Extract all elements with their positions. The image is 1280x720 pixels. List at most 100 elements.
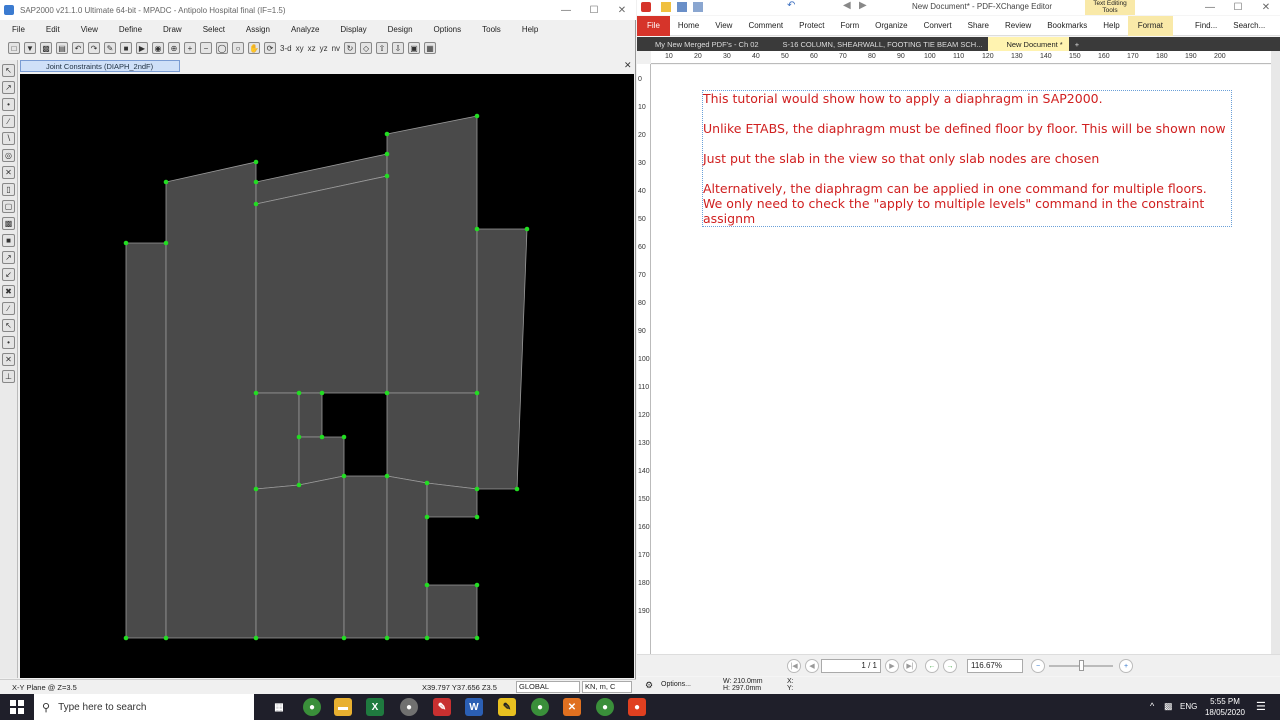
pencil-icon[interactable]: ✎ (104, 42, 116, 54)
close-icon[interactable]: ✕ (608, 0, 636, 20)
joint-node[interactable] (474, 226, 480, 232)
slab-area[interactable] (165, 161, 257, 639)
ribbon-tab-comment[interactable]: Comment (740, 21, 791, 30)
joint-node[interactable] (341, 473, 347, 479)
refresh-icon[interactable]: ⟳ (264, 42, 276, 54)
menu-view[interactable]: View (69, 25, 107, 34)
minimize-icon[interactable]: — (552, 0, 580, 20)
text-line[interactable]: This tutorial would show how to apply a … (703, 91, 1231, 106)
open-icon[interactable]: ▼ (24, 42, 36, 54)
task-view-icon[interactable]: ▦ (270, 698, 288, 716)
draw-rect-area-icon[interactable]: ▢ (2, 200, 15, 213)
joint-node[interactable] (296, 434, 302, 440)
notification-icon[interactable]: ☰ (1256, 700, 1266, 713)
recorder-icon[interactable]: ● (628, 698, 646, 716)
joint-node[interactable] (384, 473, 390, 479)
menu-options[interactable]: Options (422, 25, 471, 34)
joint-node[interactable] (424, 635, 430, 641)
joint-node[interactable] (253, 179, 259, 185)
ribbon-tab-file[interactable]: File (637, 15, 670, 36)
draw-solid-icon[interactable]: ■ (2, 234, 15, 247)
zoom-in-icon[interactable]: + (184, 42, 196, 54)
snap-icon[interactable]: ↖ (2, 319, 15, 332)
save-icon[interactable]: ▩ (40, 42, 52, 54)
perspective-icon[interactable]: ◇ (360, 42, 373, 54)
joint-node[interactable] (474, 514, 480, 520)
snap-midpoint-icon[interactable]: • (2, 336, 15, 349)
menu-select[interactable]: Select (191, 25, 234, 34)
new-tab-icon[interactable]: + (1069, 40, 1079, 49)
ribbon-tab-form[interactable]: Form (832, 21, 867, 30)
zoom-out-icon[interactable]: − (1031, 659, 1045, 673)
forward-icon[interactable]: ▶ (859, 0, 867, 11)
chrome-second-icon[interactable]: ● (596, 698, 614, 716)
joint-node[interactable] (253, 486, 259, 492)
units-select[interactable]: KN, m, C (582, 681, 632, 693)
menu-tools[interactable]: Tools (470, 25, 510, 34)
ribbon-tab-review[interactable]: Review (997, 21, 1039, 30)
joint-node[interactable] (123, 240, 129, 246)
print-icon[interactable] (693, 2, 703, 12)
draw-link-icon[interactable]: ◎ (2, 149, 15, 162)
joint-node[interactable] (253, 635, 259, 641)
ribbon-tab-view[interactable]: View (707, 21, 740, 30)
text-box[interactable]: This tutorial would show how to apply a … (702, 90, 1232, 227)
ribbon-tab-protect[interactable]: Protect (791, 21, 832, 30)
ribbon-tab-convert[interactable]: Convert (916, 21, 960, 30)
menu-file[interactable]: File (0, 25, 34, 34)
ribbon-tab-home[interactable]: Home (670, 21, 707, 30)
quick-area-icon[interactable]: ▩ (2, 217, 15, 230)
page-number-input[interactable]: 1 / 1 (821, 659, 881, 673)
slab-area[interactable] (343, 475, 388, 639)
slab-area[interactable] (298, 392, 323, 438)
word-icon[interactable]: W (465, 698, 483, 716)
slab-area[interactable] (386, 115, 478, 394)
text-line[interactable]: Alternatively, the diaphragm can be appl… (703, 181, 1231, 196)
intersecting-line-icon[interactable]: ∕ (2, 302, 15, 315)
slab-area[interactable] (125, 242, 167, 639)
joint-node[interactable] (524, 226, 530, 232)
tray-chevron-icon[interactable]: ^ (1150, 701, 1154, 711)
view-xy-button[interactable]: xy (296, 44, 304, 53)
forward-view-icon[interactable]: → (943, 659, 957, 673)
back-icon[interactable]: ◀ (843, 0, 851, 11)
next-page-icon[interactable]: ▶ (885, 659, 899, 673)
zoom-previous-icon[interactable]: ○ (232, 42, 244, 54)
draw-joint-icon[interactable]: • (2, 98, 15, 111)
joint-node[interactable] (384, 635, 390, 641)
chrome-profile-icon[interactable]: ● (531, 698, 549, 716)
joint-node[interactable] (384, 131, 390, 137)
zoom-slider-thumb[interactable] (1079, 660, 1084, 671)
view-nv-button[interactable]: nv (332, 44, 340, 53)
menu-design[interactable]: Design (376, 25, 422, 34)
snap-perpendicular-icon[interactable]: ⊥ (2, 370, 15, 383)
zoom-out-icon[interactable]: − (200, 42, 212, 54)
last-page-icon[interactable]: ▶| (903, 659, 917, 673)
slab-area[interactable] (426, 584, 478, 639)
new-model-icon[interactable]: □ (8, 42, 20, 54)
snap-intersection-icon[interactable]: ✕ (2, 353, 15, 366)
joint-node[interactable] (163, 635, 169, 641)
save-icon[interactable] (677, 2, 687, 12)
back-view-icon[interactable]: ← (925, 659, 939, 673)
open-folder-icon[interactable] (661, 2, 671, 12)
text-line[interactable] (703, 166, 1231, 181)
slab-area[interactable] (426, 482, 478, 518)
reshape-icon[interactable]: ↗ (2, 81, 15, 94)
model-view-canvas[interactable] (20, 74, 634, 678)
ribbon-tab-share[interactable]: Share (960, 21, 997, 30)
ribbon-tab-organize[interactable]: Organize (867, 21, 915, 30)
view-window-tab[interactable]: Joint Constraints (DIAPH_2ndF) (20, 60, 180, 72)
joint-node[interactable] (253, 390, 259, 396)
gear-icon[interactable]: ⚙ (645, 680, 653, 691)
rotate-icon[interactable]: ↻ (344, 42, 357, 54)
clear-selection-icon[interactable]: ✖ (2, 285, 15, 298)
system-clock[interactable]: 5:55 PM 18/05/2020 (1200, 696, 1250, 718)
joint-node[interactable] (341, 434, 347, 440)
excel-icon[interactable]: X (366, 698, 384, 716)
find-button[interactable]: Find... (1187, 21, 1225, 30)
ribbon-tab-format[interactable]: Format (1127, 15, 1174, 36)
move-down-icon[interactable]: ⇩ (392, 42, 405, 54)
app-icon[interactable]: ● (400, 698, 418, 716)
maximize-icon[interactable]: ☐ (580, 0, 608, 20)
